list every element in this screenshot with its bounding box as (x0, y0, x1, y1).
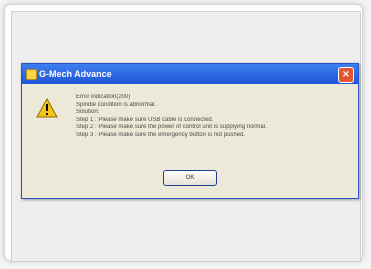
app-icon (26, 69, 37, 80)
message-line: Spindle condition is abnormal. (76, 101, 157, 108)
close-button[interactable]: × (338, 67, 354, 83)
error-dialog: G-Mech Advance × Error indication(200) S… (21, 63, 359, 199)
message-line: Error indication(200) (76, 94, 131, 100)
message-line: Step 2 : Please make sure the power of c… (76, 124, 267, 130)
message-line: Step 1 : Please make sure USB cable is c… (76, 116, 214, 123)
warning-icon (36, 98, 58, 118)
dialog-titlebar[interactable]: G-Mech Advance × (22, 64, 358, 84)
message-line: Solution: (76, 109, 100, 115)
dialog-title: G-Mech Advance (39, 69, 112, 79)
message-line: Step 3 : Please make sure the emergency … (76, 131, 246, 138)
error-message: Error indication(200) Spindle condition … (76, 94, 356, 139)
ok-button[interactable]: OK (163, 170, 217, 186)
